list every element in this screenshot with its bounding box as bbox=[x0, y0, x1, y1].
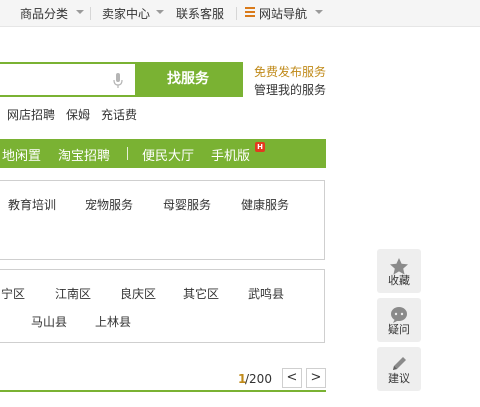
hot-link[interactable]: 保姆 bbox=[66, 108, 90, 122]
district-link[interactable]: 武鸣县 bbox=[248, 285, 284, 302]
search-box: 找服务 bbox=[0, 62, 243, 97]
manage-services-link[interactable]: 管理我的服务 bbox=[254, 81, 326, 98]
district-link[interactable]: 上林县 bbox=[95, 313, 131, 330]
divider bbox=[236, 7, 237, 20]
suggest-button[interactable]: 建议 bbox=[377, 347, 421, 391]
chevron-down-icon bbox=[315, 10, 323, 14]
district-link[interactable]: 良庆区 bbox=[120, 285, 156, 302]
district-link[interactable]: 江南区 bbox=[55, 285, 91, 302]
free-post-link[interactable]: 免费发布服务 bbox=[254, 63, 326, 80]
page-total: /200 bbox=[245, 372, 272, 386]
prev-page-button[interactable]: < bbox=[282, 368, 302, 388]
district-link[interactable]: 马山县 bbox=[31, 313, 67, 330]
category-link[interactable]: 健康服务 bbox=[241, 196, 289, 213]
nav-item-mobile[interactable]: 手机版 bbox=[211, 145, 250, 164]
district-panel: 宁区 江南区 良庆区 其它区 武鸣县 马山县 上林县 bbox=[0, 269, 325, 343]
chevron-down-icon bbox=[76, 10, 84, 14]
menu-icon bbox=[245, 7, 255, 19]
nav-item-jobs[interactable]: 淘宝招聘 bbox=[58, 145, 110, 164]
next-page-button[interactable]: > bbox=[306, 368, 326, 388]
hot-links: 网店招聘 保姆 充话费 bbox=[7, 106, 148, 123]
district-link[interactable]: 其它区 bbox=[183, 285, 219, 302]
category-link[interactable]: 母婴服务 bbox=[163, 196, 211, 213]
district-link[interactable]: 宁区 bbox=[1, 285, 25, 302]
favorite-label: 收藏 bbox=[388, 274, 410, 287]
divider bbox=[90, 7, 91, 20]
suggest-label: 建议 bbox=[388, 372, 410, 385]
hot-link[interactable]: 充话费 bbox=[101, 108, 137, 122]
microphone-icon[interactable] bbox=[113, 73, 123, 89]
category-menu[interactable]: 商品分类 bbox=[20, 5, 68, 22]
hot-badge: H bbox=[255, 142, 265, 152]
seller-center-link[interactable]: 卖家中心 bbox=[102, 5, 150, 22]
site-nav-link[interactable]: 网站导航 bbox=[259, 5, 307, 22]
chevron-down-icon bbox=[156, 10, 164, 14]
category-link[interactable]: 教育培训 bbox=[8, 196, 56, 213]
category-link[interactable]: 宠物服务 bbox=[85, 196, 133, 213]
nav-item-idle[interactable]: 地闲置 bbox=[2, 145, 41, 164]
nav-item-service-hall[interactable]: 便民大厅 bbox=[142, 145, 194, 164]
hot-link[interactable]: 网店招聘 bbox=[7, 108, 55, 122]
question-label: 疑问 bbox=[388, 323, 410, 336]
category-panel: 教育培训 宠物服务 母婴服务 健康服务 bbox=[0, 180, 325, 260]
question-button[interactable]: 疑问 bbox=[377, 298, 421, 342]
top-bar: 商品分类 卖家中心 联系客服 网站导航 bbox=[0, 0, 480, 27]
main-nav: 地闲置 淘宝招聘 便民大厅 手机版 H bbox=[0, 139, 326, 168]
favorite-button[interactable]: 收藏 bbox=[377, 249, 421, 293]
search-button[interactable]: 找服务 bbox=[135, 64, 241, 95]
divider bbox=[127, 147, 128, 160]
search-input[interactable] bbox=[0, 64, 108, 95]
customer-service-link[interactable]: 联系客服 bbox=[176, 5, 224, 22]
divider bbox=[0, 390, 326, 392]
